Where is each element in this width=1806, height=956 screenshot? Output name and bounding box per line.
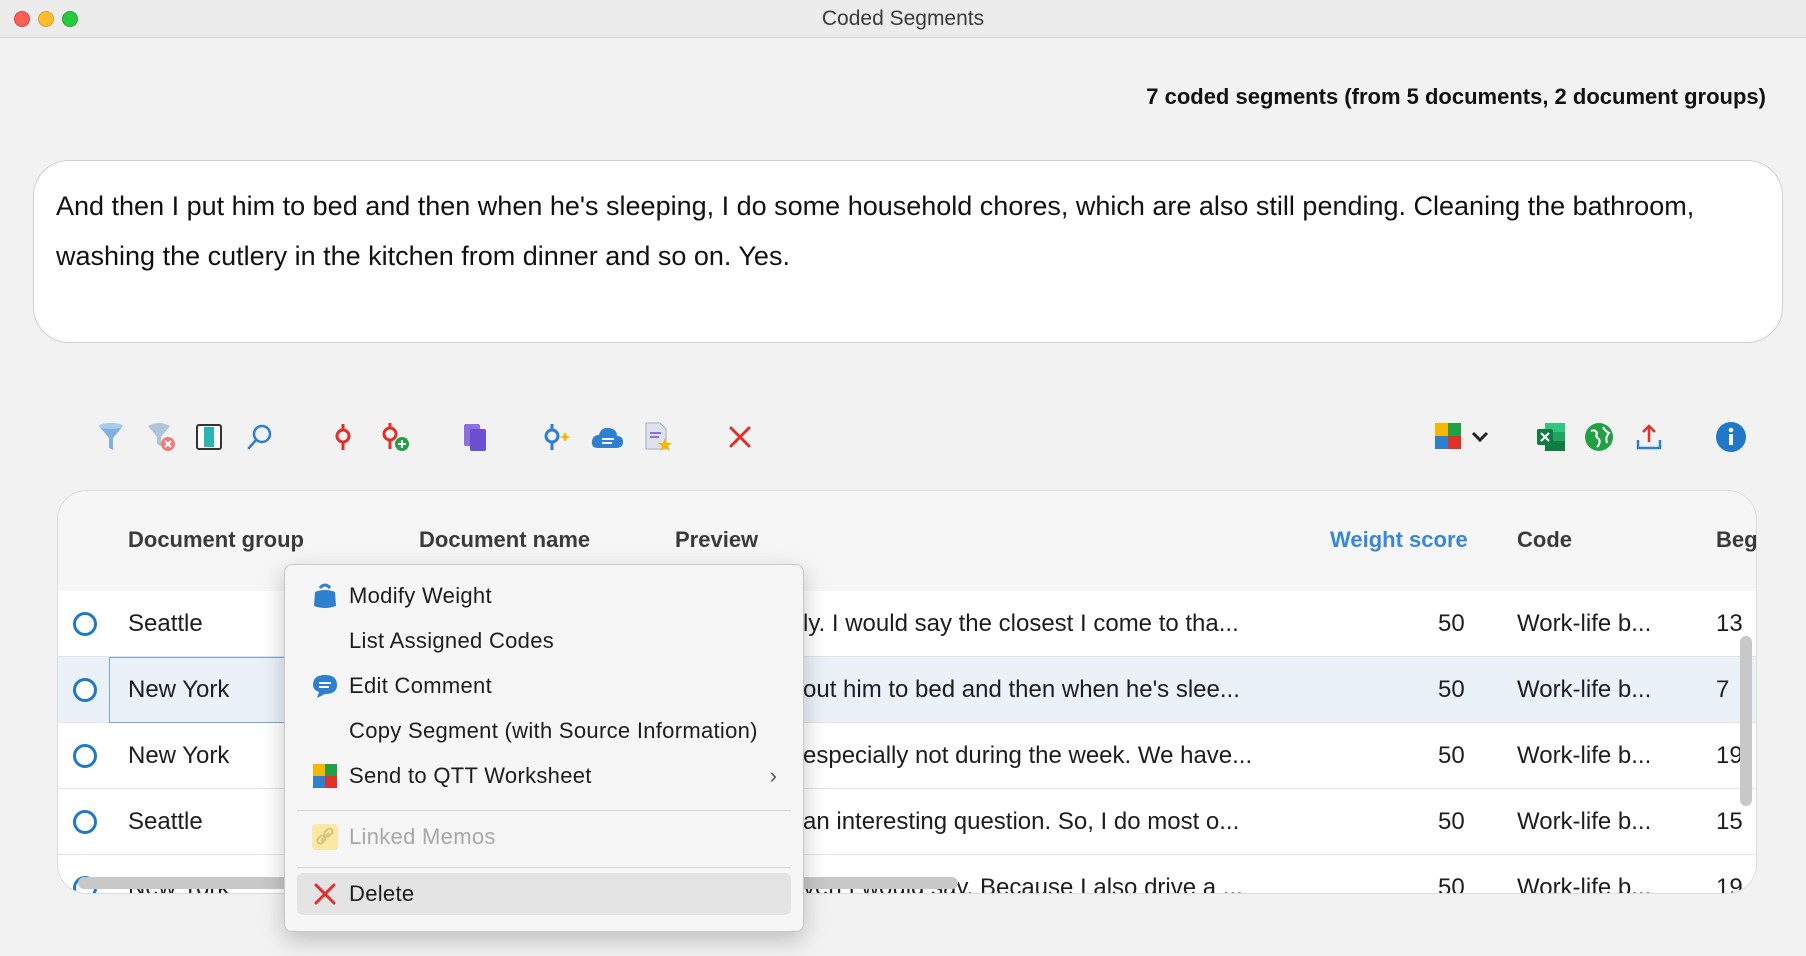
cell-document-group: Seattle: [128, 610, 203, 637]
menu-separator: [297, 867, 791, 868]
cell-code: Work-life b...: [1517, 610, 1652, 637]
cell-preview: an interesting question. So, I do most o…: [803, 808, 1240, 835]
row-select-radio[interactable]: [73, 678, 97, 702]
cell-code: Work-life b...: [1517, 742, 1652, 769]
menu-item-label: Edit Comment: [349, 673, 492, 698]
cell-preview: out him to bed and then when he's slee..…: [803, 676, 1240, 703]
link-icon: [311, 823, 339, 851]
menu-item-label: Modify Weight: [349, 583, 492, 608]
cloud-icon[interactable]: [590, 420, 624, 454]
row-select-radio[interactable]: [73, 612, 97, 636]
row-select-radio[interactable]: [73, 744, 97, 768]
cell-begin: 13: [1716, 610, 1743, 637]
row-select-radio[interactable]: [73, 810, 97, 834]
menu-item-list-assigned-codes[interactable]: List Assigned Codes: [297, 620, 791, 662]
send-to-qtt-dropdown-icon[interactable]: [1432, 420, 1492, 454]
filter-icon[interactable]: [94, 420, 128, 454]
document-star-icon[interactable]: [641, 420, 675, 454]
cell-weight-score: 50: [1438, 610, 1465, 637]
menu-item-send-to-qtt-worksheet[interactable]: Send to QTT Worksheet ›: [297, 755, 791, 797]
delete-icon[interactable]: [723, 420, 757, 454]
cell-begin: 15: [1716, 808, 1743, 835]
menu-item-label: Delete: [349, 881, 415, 906]
menu-item-label: Copy Segment (with Source Information): [349, 718, 758, 743]
cell-weight-score: 50: [1438, 676, 1465, 703]
menu-item-label: List Assigned Codes: [349, 628, 555, 653]
cell-preview: ly. I would say the closest I come to th…: [803, 610, 1239, 637]
coded-segments-window: Coded Segments 7 coded segments (from 5 …: [0, 0, 1806, 956]
menu-item-label: Send to QTT Worksheet: [349, 763, 592, 788]
info-icon[interactable]: [1714, 420, 1748, 454]
cell-begin: 19: [1716, 874, 1743, 894]
columns-icon[interactable]: [192, 420, 226, 454]
context-menu: Modify Weight List Assigned Codes Edit C…: [284, 564, 804, 932]
copy-icon[interactable]: [458, 420, 492, 454]
menu-item-modify-weight[interactable]: Modify Weight: [297, 575, 791, 617]
cell-preview: especially not during the week. We have.…: [803, 742, 1253, 769]
column-header-document-group[interactable]: Document group: [128, 527, 304, 553]
code-icon[interactable]: [326, 420, 360, 454]
cell-begin: 7: [1716, 676, 1730, 703]
column-header-code[interactable]: Code: [1517, 527, 1572, 553]
search-icon[interactable]: [243, 420, 277, 454]
menu-separator: [297, 810, 791, 811]
segments-summary: 7 coded segments (from 5 documents, 2 do…: [1146, 84, 1766, 109]
vertical-scrollbar[interactable]: [1740, 636, 1752, 806]
column-header-weight-score[interactable]: Weight score: [1330, 527, 1468, 553]
menu-item-edit-comment[interactable]: Edit Comment: [297, 665, 791, 707]
cell-document-group: New York: [128, 676, 230, 703]
column-header-preview[interactable]: Preview: [675, 527, 758, 553]
title-bar: Coded Segments: [0, 0, 1806, 38]
chevron-right-icon: ›: [769, 763, 777, 788]
column-header-begin[interactable]: Beg: [1716, 527, 1756, 553]
excel-export-icon[interactable]: [1534, 420, 1568, 454]
html-export-icon[interactable]: [1582, 420, 1616, 454]
smart-code-icon[interactable]: [540, 420, 574, 454]
weight-icon: [311, 582, 339, 610]
cell-weight-score: 50: [1438, 808, 1465, 835]
cell-weight-score: 50: [1438, 874, 1465, 894]
menu-item-linked-memos: Linked Memos: [297, 816, 791, 858]
puzzle-icon: [311, 762, 339, 790]
cell-document-group: Seattle: [128, 808, 203, 835]
comment-icon: [311, 672, 339, 700]
menu-item-label: Linked Memos: [349, 824, 496, 849]
cell-code: Work-life b...: [1517, 808, 1652, 835]
delete-icon: [311, 880, 339, 908]
cell-code: Work-life b...: [1517, 676, 1652, 703]
clear-filter-icon[interactable]: [144, 420, 178, 454]
cell-weight-score: 50: [1438, 742, 1465, 769]
cell-begin: 19: [1716, 742, 1743, 769]
cell-document-group: New York: [128, 742, 230, 769]
upload-export-icon[interactable]: [1632, 420, 1666, 454]
menu-item-copy-segment[interactable]: Copy Segment (with Source Information): [297, 710, 791, 752]
column-header-document-name[interactable]: Document name: [419, 527, 590, 553]
add-code-icon[interactable]: [378, 420, 412, 454]
segment-preview-text: And then I put him to bed and then when …: [56, 191, 1695, 271]
segment-preview-box[interactable]: And then I put him to bed and then when …: [33, 160, 1783, 343]
window-title: Coded Segments: [821, 7, 985, 30]
cell-code: Work-life b...: [1517, 874, 1652, 894]
menu-item-delete[interactable]: Delete: [297, 873, 791, 915]
